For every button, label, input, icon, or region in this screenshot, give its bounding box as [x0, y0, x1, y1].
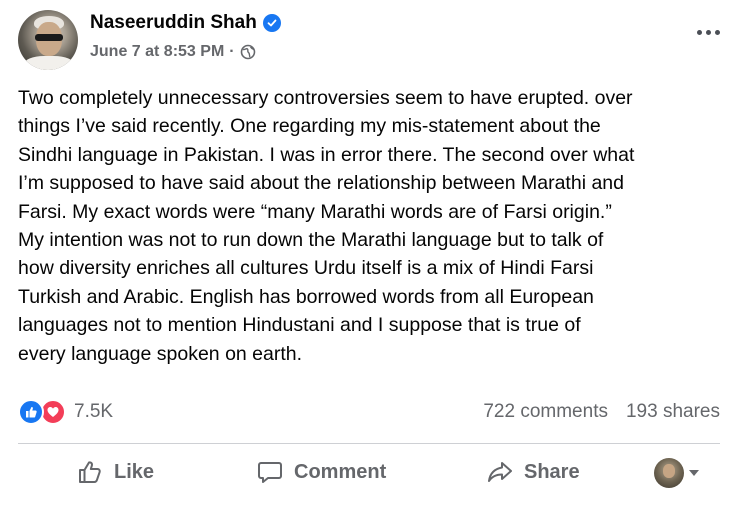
share-label: Share	[524, 460, 580, 483]
post-header: Naseeruddin Shah June 7 at 8:53 PM ·	[18, 10, 728, 72]
post-timestamp[interactable]: June 7 at 8:53 PM	[90, 43, 224, 61]
like-button[interactable]: Like	[76, 458, 154, 486]
dot-icon	[706, 30, 711, 35]
verified-badge-icon	[262, 14, 281, 32]
like-icon	[18, 399, 44, 425]
action-bar: Like Comment Share	[18, 452, 720, 496]
meta-separator: ·	[229, 43, 235, 60]
post-stats: 7.5K 722 comments 193 shares	[18, 398, 720, 426]
globe-icon[interactable]	[240, 44, 256, 60]
more-options-button[interactable]	[697, 30, 720, 35]
react-as-selector[interactable]	[654, 458, 699, 488]
share-button[interactable]: Share	[486, 458, 580, 486]
author-name[interactable]: Naseeruddin Shah	[90, 12, 257, 34]
dot-icon	[715, 30, 720, 35]
author-avatar[interactable]	[18, 10, 78, 70]
comment-label: Comment	[294, 460, 387, 483]
reactions-summary[interactable]: 7.5K	[18, 399, 113, 425]
chevron-down-icon	[689, 470, 699, 476]
reaction-count[interactable]: 7.5K	[74, 401, 113, 423]
post-text: Two completely unnecessary controversies…	[18, 87, 635, 365]
post-meta: June 7 at 8:53 PM ·	[90, 43, 256, 61]
share-arrow-icon	[488, 462, 512, 482]
avatar-glasses	[35, 34, 63, 41]
shares-count[interactable]: 193 shares	[626, 401, 720, 423]
user-avatar	[654, 458, 684, 488]
thumbs-up-icon	[79, 461, 101, 483]
dot-icon	[697, 30, 702, 35]
divider	[18, 443, 720, 444]
comments-count[interactable]: 722 comments	[483, 401, 608, 423]
avatar-shirt	[24, 56, 74, 70]
comment-bubble-icon	[258, 462, 282, 483]
engagement-counts: 722 comments 193 shares	[483, 401, 720, 423]
author-row: Naseeruddin Shah	[90, 12, 281, 34]
like-label: Like	[114, 460, 155, 483]
comment-button[interactable]: Comment	[256, 458, 386, 486]
